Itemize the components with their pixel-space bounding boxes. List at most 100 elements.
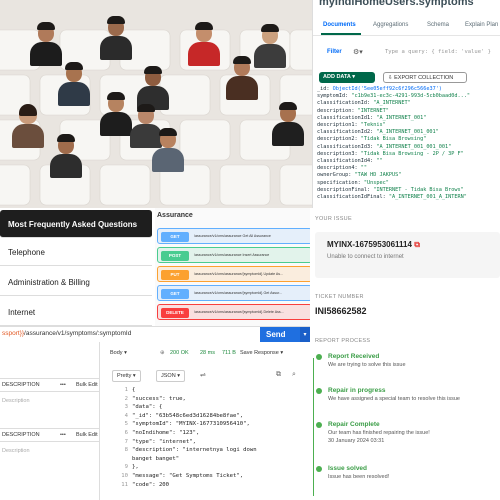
http-method-badge: PUT <box>161 270 189 280</box>
endpoint-path: /assurance/v1/cms/assurance/{symptomId} … <box>194 272 284 276</box>
issue-id-text: MYINX-1675953061114 <box>327 240 412 249</box>
field-value: "Unspec" <box>363 179 389 186</box>
code-text: "noIndihome": "123", <box>132 429 200 436</box>
request-params-panel: DESCRIPTION ••• Bulk Edit Description DE… <box>0 342 100 500</box>
tab-documents[interactable]: Documents <box>323 22 356 28</box>
send-dropdown-icon[interactable]: ▾ <box>300 327 310 342</box>
field-value: "A_INTERNET" <box>373 100 411 107</box>
line-number: 8 <box>124 447 128 454</box>
ticket-number: INI58662582 <box>315 306 367 316</box>
filter-query-input[interactable]: Type a query: { field: 'value' } <box>385 49 491 55</box>
field-key: description2: <box>317 136 358 143</box>
line-number: 10 <box>121 472 128 479</box>
status-code: 200 OK <box>170 350 189 356</box>
request-url-input[interactable]: ssport}}/assurance/v1/symptoms/:symptomI… <box>2 330 131 337</box>
options-icon[interactable]: ⚙▾ <box>353 48 363 56</box>
more-options-icon[interactable]: ••• <box>60 432 66 438</box>
issue-card: MYINX-1675953061114 ⧉ Unable to connect … <box>315 232 500 278</box>
swagger-operation-get[interactable]: GET/assurance/v1/cms/assurance/{symptomI… <box>157 285 310 301</box>
collection-tabs: Documents Aggregations Schema Explain Pl… <box>313 18 500 36</box>
bulk-edit-link[interactable]: Bulk Edit <box>76 432 98 438</box>
code-line: 5 "symptomId": "MYINX-1677310956410", <box>100 420 310 429</box>
participant-avatar <box>224 56 260 100</box>
more-options-icon[interactable]: ••• <box>60 382 66 388</box>
code-text: "type": "internet", <box>132 438 196 445</box>
filter-label[interactable]: Filter <box>327 49 342 55</box>
tab-schema[interactable]: Schema <box>427 22 449 28</box>
tab-explain-plan[interactable]: Explain Plan <box>465 22 498 28</box>
response-size: 711 B <box>222 350 236 356</box>
participant-avatar <box>10 104 46 148</box>
bulk-edit-link[interactable]: Bulk Edit <box>76 382 98 388</box>
sidebar-item-administration-billing[interactable]: Administration & Billing <box>0 268 152 296</box>
sidebar-item-telephone[interactable]: Telephone <box>0 238 152 266</box>
swagger-assurance-panel: Assurance GET/assurance/v1/cms/assurance… <box>155 208 310 326</box>
line-number: 3 <box>124 404 128 411</box>
json-select[interactable]: JSON ▾ <box>156 370 185 382</box>
save-response-button[interactable]: Save Response ▾ <box>240 350 283 356</box>
document-field: description2: "Tidak Bisa Browsing" <box>317 136 500 143</box>
field-value: "A_INTERNET_001_A_INTERN" <box>388 194 467 201</box>
body-tab-label: Body <box>110 350 123 356</box>
field-key: ownerGroup: <box>317 172 352 179</box>
sidebar-item-faq[interactable]: Most Frequently Asked Questions <box>0 210 152 238</box>
field-value: "Tidak Bisa Browsing" <box>360 136 427 143</box>
line-number: 11 <box>121 481 128 488</box>
issue-id: MYINX-1675953061114 ⧉ <box>327 240 420 250</box>
description-input[interactable]: Description <box>2 448 30 454</box>
document-field: classificationId: "A_INTERNET" <box>317 100 500 107</box>
search-icon[interactable]: ⌕ <box>292 371 296 379</box>
code-line: 9 }, <box>100 463 310 472</box>
tab-body[interactable]: Body ▾ <box>110 350 127 356</box>
active-tab-indicator <box>321 33 361 35</box>
swagger-operation-delete[interactable]: DELETE/assurance/v1/cms/assurance/{sympt… <box>157 304 310 320</box>
pretty-select[interactable]: Pretty ▾ <box>112 370 141 382</box>
response-toolbar: Pretty ▾ JSON ▾ ⇌ ⧉ ⌕ <box>100 366 310 382</box>
document-field: classificationId3: "A_INTERNET_001_001_0… <box>317 144 500 151</box>
url-path: /assurance/v1/symptoms/:symptomId <box>24 330 132 337</box>
document-field: symptomId: "c1b9e31-ec3c-4291-993d-5cb0b… <box>317 93 500 100</box>
add-data-button[interactable]: ADD DATA ▾ <box>319 72 375 83</box>
pretty-label: Pretty <box>117 373 132 379</box>
participant-avatar <box>98 16 134 60</box>
field-key: description1: <box>317 122 358 129</box>
code-text: "code": 200 <box>132 481 170 488</box>
help-sidebar: Most Frequently Asked Questions Telephon… <box>0 208 155 326</box>
field-value: "INTERNET - Tidak Bisa Brows" <box>373 186 464 193</box>
field-key: classificationId4: <box>317 158 374 165</box>
field-value: ObjectId('5ee05eff92c6f296c566e37') <box>332 86 442 92</box>
description-input[interactable]: Description <box>2 398 30 404</box>
swagger-section-title: Assurance <box>157 212 193 219</box>
field-key: classificationId: <box>317 100 371 107</box>
step-description: We are trying to solve this issue <box>328 362 406 368</box>
tab-aggregations[interactable]: Aggregations <box>373 22 408 28</box>
swagger-operation-put[interactable]: PUT/assurance/v1/cms/assurance/{symptomI… <box>157 266 310 282</box>
url-variable: ssport}} <box>2 330 25 337</box>
field-value: "Teknis" <box>360 122 386 129</box>
code-line: 8 "description": "internetnya logi down <box>100 446 310 455</box>
export-collection-button[interactable]: ⇩ EXPORT COLLECTION <box>383 72 467 83</box>
document-view: _id: ObjectId('5ee05eff92c6f296c566e37')… <box>317 86 500 201</box>
code-line: 11 "code": 200 <box>100 481 310 490</box>
code-line: 1{ <box>100 386 310 395</box>
field-key: description: <box>317 107 355 114</box>
send-button[interactable]: Send <box>260 327 300 342</box>
participant-avatar <box>28 22 64 66</box>
swagger-operation-post[interactable]: POST/assurance/v1/cms/assurance Insert A… <box>157 247 310 263</box>
endpoint-path: /assurance/v1/cms/assurance Get All Assu… <box>194 234 271 238</box>
video-conference-grid <box>0 0 312 208</box>
json-label: JSON <box>161 373 176 379</box>
field-key: descriptionFinal: <box>317 186 371 193</box>
wrap-icon[interactable]: ⇌ <box>200 371 206 379</box>
document-field: classificationId2: "A_INTERNET_001_001" <box>317 129 500 136</box>
code-text: "success": true, <box>132 395 186 402</box>
code-line: 6 "noIndihome": "123", <box>100 429 310 438</box>
copy-icon[interactable]: ⧉ <box>276 371 281 379</box>
response-header: Body ▾ ⊕ 200 OK 28 ms 711 B Save Respons… <box>100 342 310 356</box>
copy-icon[interactable]: ⧉ <box>414 240 420 249</box>
http-method-badge: GET <box>161 289 189 299</box>
sidebar-item-internet[interactable]: Internet <box>0 298 152 326</box>
step-description: We have assigned a special team to resol… <box>328 396 460 402</box>
field-value: "TAW HD JAKPUS" <box>354 172 402 179</box>
swagger-operation-get[interactable]: GET/assurance/v1/cms/assurance Get All A… <box>157 228 310 244</box>
